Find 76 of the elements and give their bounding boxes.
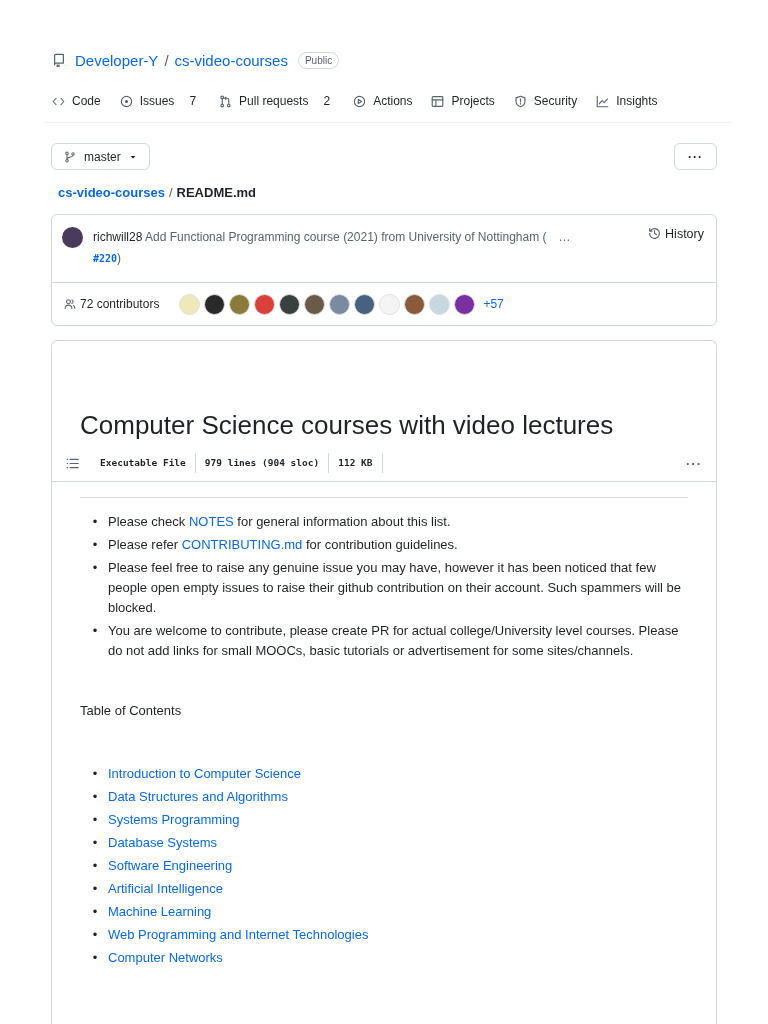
avatar-icon[interactable]	[279, 293, 301, 315]
contents-link[interactable]: Systems Programming	[108, 810, 240, 830]
history-icon	[648, 227, 662, 240]
repo-tab[interactable]: Pull requests 2	[211, 89, 343, 115]
file-info: Executable File	[91, 453, 196, 473]
branch-icon	[64, 150, 76, 163]
avatar-icon[interactable]	[304, 293, 326, 315]
bullet-mark: •	[92, 559, 98, 577]
contents-link[interactable]: Computer Networks	[108, 948, 223, 968]
more-button[interactable]: ···	[674, 143, 717, 170]
repo-tab[interactable]: Projects	[423, 89, 503, 115]
bullet-text: You are welcome to contribute, please create PR for actual college/University level courses. Please do not add links for small MOOCs, basic tutorials or advertisement for some sites/channels.	[108, 622, 680, 660]
repo-icon	[52, 53, 66, 67]
repo-link[interactable]: cs-video-courses	[174, 51, 288, 69]
bullet-text: Please feel free to raise any genuine issue you may have, however it has been noticed that few people open empty issues to raise their github contribution on their account. Such spammers will be blocked.	[108, 559, 682, 617]
list-icon	[66, 456, 79, 470]
file-info: 979 lines (904 sloc)	[195, 453, 330, 473]
file-info: 112 KB	[329, 453, 383, 473]
bullet-mark: •	[92, 926, 98, 944]
contents-label: Table of Contents	[80, 703, 183, 718]
avatar-icon[interactable]	[454, 293, 476, 315]
pull-request-icon	[219, 94, 233, 108]
pull-request-link[interactable]: #220	[93, 253, 118, 264]
bullet-mark: •	[92, 513, 98, 531]
table-icon	[431, 94, 445, 108]
contents-link[interactable]: Machine Learning	[108, 902, 212, 922]
bullet-mark: •	[92, 536, 98, 554]
bullet-mark: •	[92, 622, 98, 640]
bullet-mark: •	[92, 811, 98, 829]
avatar-icon	[62, 227, 83, 248]
bullet-text: Please check NOTES for general information about this list.	[108, 513, 451, 531]
bullet-mark: •	[92, 880, 98, 898]
path-separator: /	[168, 185, 173, 200]
bullet-mark: •	[92, 949, 98, 967]
text-link[interactable]: NOTES	[188, 514, 234, 529]
contents-link[interactable]: Data Structures and Algorithms	[108, 787, 288, 807]
contributors-label: 72 contributors	[80, 297, 160, 311]
contents-link[interactable]: Web Programming and Internet Technologies	[108, 925, 369, 945]
avatar-icon[interactable]	[354, 293, 376, 315]
repo-tab[interactable]: Insights	[588, 89, 666, 115]
count-label: 7	[188, 94, 198, 108]
more-button[interactable]: ···	[686, 455, 702, 471]
contents-link[interactable]: Artificial Intelligence	[108, 879, 223, 899]
bullet-mark: •	[92, 903, 98, 921]
branch-button[interactable]: master	[51, 143, 150, 170]
bullet-mark: •	[92, 834, 98, 852]
history-link[interactable]: History	[648, 227, 704, 245]
repo-tab[interactable]: Code	[44, 89, 109, 115]
bullet-mark: •	[92, 857, 98, 875]
graph-icon	[596, 94, 610, 108]
bullet-mark: •	[92, 765, 98, 783]
owner-link[interactable]: Developer-Y	[75, 51, 159, 69]
readme-title: Computer Science courses with video lectures	[80, 409, 615, 442]
commit-message: Add Functional Programming course (2021) from University of Nottingham (	[145, 230, 547, 244]
contents-link[interactable]: Introduction to Computer Science	[108, 764, 301, 784]
play-icon	[353, 94, 367, 108]
file-name: README.md	[176, 185, 256, 200]
expand-button[interactable]: …	[554, 230, 575, 244]
repo-tab[interactable]: Issues 7	[111, 89, 209, 115]
contents-link[interactable]: Software Engineering	[108, 856, 233, 876]
path-separator: /	[164, 51, 169, 69]
people-icon	[64, 298, 76, 310]
contents-link[interactable]: Database Systems	[108, 833, 218, 853]
shield-icon	[513, 94, 527, 108]
issue-icon	[119, 94, 133, 108]
bullet-mark: •	[92, 788, 98, 806]
text-link[interactable]: CONTRIBUTING.md	[181, 537, 303, 552]
author-link[interactable]: richwill28	[93, 230, 143, 244]
breadcrumb-link[interactable]: cs-video-courses	[58, 185, 165, 200]
count-label: 2	[322, 94, 332, 108]
more-contributors-link[interactable]: +57	[483, 297, 504, 311]
repo-tab[interactable]: Security	[505, 89, 586, 115]
repo-tab[interactable]: Actions	[345, 89, 421, 115]
bullet-text: Please refer CONTRIBUTING.md for contribution guidelines.	[108, 536, 458, 554]
closing-parenthesis: )	[117, 251, 122, 265]
avatar-icon[interactable]	[204, 293, 226, 315]
